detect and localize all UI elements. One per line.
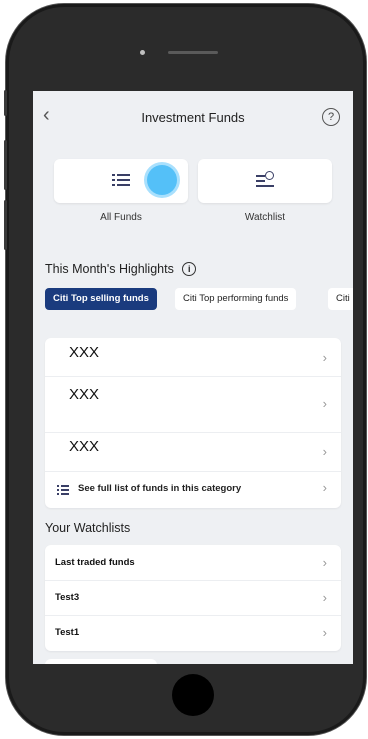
highlights-title: This Month's Highlights	[45, 262, 174, 276]
home-button[interactable]	[172, 674, 214, 716]
watchlists-title: Your Watchlists	[45, 521, 131, 535]
list-icon	[112, 173, 130, 187]
chevron-right-icon: ›	[322, 625, 327, 640]
phone-frame: ‹ Investment Funds ? All Funds Watchlist…	[6, 4, 366, 735]
all-funds-tile[interactable]	[54, 159, 188, 203]
volume-up-button	[4, 140, 7, 190]
watchlist-name: Test1	[55, 627, 80, 638]
watchlist-tile[interactable]	[198, 159, 332, 203]
fund-name: XXX	[69, 344, 100, 361]
list-icon	[57, 485, 69, 495]
info-icon[interactable]: i	[182, 262, 197, 276]
touch-indicator	[147, 165, 177, 195]
fund-row[interactable]: XXX ›	[45, 338, 341, 377]
chevron-right-icon: ›	[322, 444, 327, 459]
watchlist-clock-icon	[256, 171, 274, 187]
camera-dot	[140, 50, 145, 55]
highlights-heading: This Month's Highlights i	[45, 262, 197, 276]
chip-top-performing[interactable]: Citi Top performing funds	[175, 288, 297, 310]
fund-name: XXX	[69, 438, 100, 455]
chevron-right-icon: ›	[322, 350, 327, 365]
app-screen: ‹ Investment Funds ? All Funds Watchlist…	[33, 91, 353, 664]
partial-card	[45, 659, 157, 664]
nav-bar: ‹ Investment Funds ?	[33, 91, 353, 143]
volume-down-button	[4, 200, 7, 250]
watchlist-label: Watchlist	[244, 212, 286, 223]
watchlist-name: Last traded funds	[55, 557, 135, 568]
speaker-grille	[168, 51, 218, 54]
fund-row[interactable]: XXX ›	[45, 376, 341, 433]
fund-list-card: XXX › XXX › XXX › See full list of funds…	[45, 338, 341, 508]
mute-switch	[4, 90, 7, 116]
watchlist-row[interactable]: Last traded funds ›	[45, 545, 341, 581]
watchlist-row[interactable]: Test1 ›	[45, 615, 341, 650]
watchlist-row[interactable]: Test3 ›	[45, 580, 341, 616]
chevron-right-icon: ›	[322, 555, 327, 570]
fund-row[interactable]: XXX ›	[45, 432, 341, 472]
chevron-right-icon: ›	[322, 590, 327, 605]
help-icon[interactable]: ?	[322, 108, 340, 126]
all-funds-label: All Funds	[100, 212, 142, 223]
watchlist-name: Test3	[55, 592, 80, 603]
chip-partial[interactable]: Citi	[328, 288, 353, 310]
chip-top-selling[interactable]: Citi Top selling funds	[45, 288, 157, 310]
chevron-right-icon: ›	[322, 480, 327, 495]
page-title: Investment Funds	[141, 110, 245, 125]
watchlists-card: Last traded funds › Test3 › Test1 ›	[45, 545, 341, 651]
see-full-list-label: See full list of funds in this category	[78, 483, 242, 494]
chevron-right-icon: ›	[322, 396, 327, 411]
fund-name: XXX	[69, 386, 100, 403]
see-full-list-link[interactable]: See full list of funds in this category …	[45, 471, 341, 508]
